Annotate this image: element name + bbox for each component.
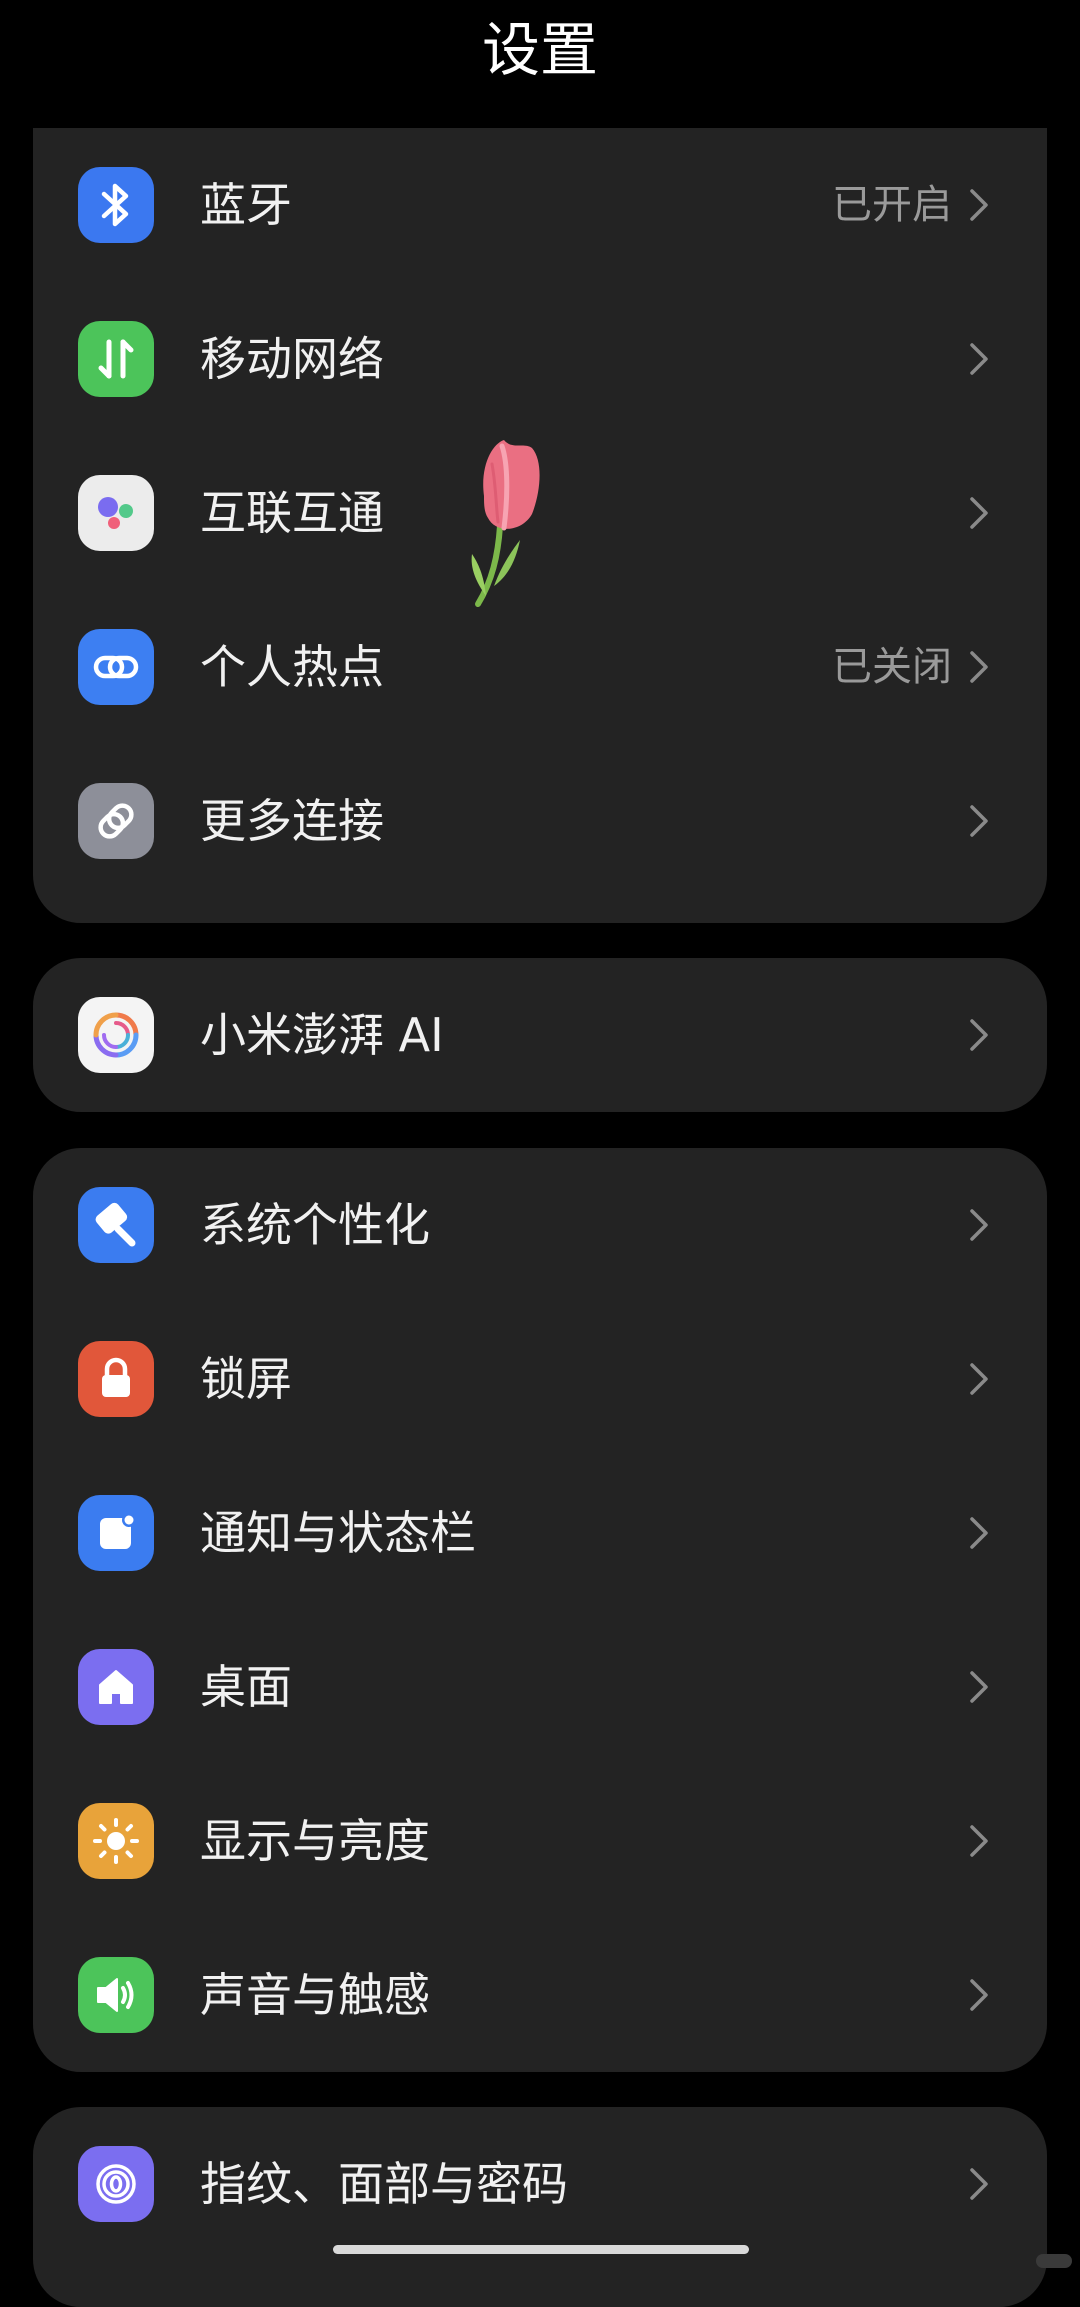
settings-row-label: 通知与状态栏 xyxy=(200,1506,476,1560)
personalization-icon xyxy=(78,1187,154,1263)
settings-row-hotspot[interactable]: 个人热点 已关闭 xyxy=(33,590,1047,744)
chevron-right-icon xyxy=(970,1363,988,1395)
home-icon xyxy=(78,1649,154,1725)
settings-group-ai: 小米澎湃 AI xyxy=(33,958,1047,1112)
settings-row-mobile-network[interactable]: 移动网络 xyxy=(33,282,1047,436)
settings-group-security: 指纹、面部与密码 xyxy=(33,2107,1047,2307)
brightness-sun-icon xyxy=(78,1803,154,1879)
chevron-right-icon xyxy=(970,2168,988,2200)
settings-row-label: 显示与亮度 xyxy=(200,1814,430,1868)
chevron-right-icon xyxy=(970,1019,988,1051)
chevron-right-icon xyxy=(970,1209,988,1241)
settings-row-label: 桌面 xyxy=(200,1660,292,1714)
settings-row-label: 移动网络 xyxy=(200,332,384,386)
chevron-right-icon xyxy=(970,805,988,837)
settings-row-notifications[interactable]: 通知与状态栏 xyxy=(33,1456,1047,1610)
settings-row-label: 系统个性化 xyxy=(200,1198,430,1252)
hyper-ai-icon xyxy=(78,997,154,1073)
interconnect-icon xyxy=(78,475,154,551)
settings-row-sound[interactable]: 声音与触感 xyxy=(33,1918,1047,2072)
settings-row-label: 声音与触感 xyxy=(200,1968,430,2022)
lock-icon xyxy=(78,1341,154,1417)
notification-icon xyxy=(78,1495,154,1571)
settings-row-home-screen[interactable]: 桌面 xyxy=(33,1610,1047,1764)
settings-row-fingerprint[interactable]: 指纹、面部与密码 xyxy=(33,2107,1047,2261)
settings-group-personalization: 系统个性化 锁屏 通知与状态栏 桌面 显示与亮度 声音与触感 xyxy=(33,1148,1047,2072)
settings-row-bluetooth[interactable]: 蓝牙 已开启 xyxy=(33,128,1047,282)
settings-row-label: 小米澎湃 AI xyxy=(200,1008,444,1062)
settings-row-label: 指纹、面部与密码 xyxy=(200,2157,568,2211)
settings-row-label: 蓝牙 xyxy=(200,178,292,232)
watermark-badge xyxy=(1036,2254,1072,2268)
chevron-right-icon xyxy=(970,189,988,221)
more-connections-icon xyxy=(78,783,154,859)
chevron-right-icon xyxy=(970,1979,988,2011)
hotspot-status: 已关闭 xyxy=(832,644,952,690)
settings-row-label: 互联互通 xyxy=(200,486,384,540)
settings-row-lockscreen[interactable]: 锁屏 xyxy=(33,1302,1047,1456)
mobile-data-icon xyxy=(78,321,154,397)
settings-row-label: 个人热点 xyxy=(200,640,384,694)
tulip-sticker-image xyxy=(471,440,540,607)
chevron-right-icon xyxy=(970,343,988,375)
chevron-right-icon xyxy=(970,1671,988,1703)
chevron-right-icon xyxy=(970,1517,988,1549)
settings-row-label: 更多连接 xyxy=(200,794,384,848)
settings-row-label: 锁屏 xyxy=(200,1352,292,1406)
settings-row-hyper-ai[interactable]: 小米澎湃 AI xyxy=(33,958,1047,1112)
speaker-icon xyxy=(78,1957,154,2033)
fingerprint-icon xyxy=(78,2146,154,2222)
settings-row-display[interactable]: 显示与亮度 xyxy=(33,1764,1047,1918)
bluetooth-status: 已开启 xyxy=(832,182,952,228)
page-title: 设置 xyxy=(481,16,598,84)
home-indicator-bar[interactable] xyxy=(333,2245,749,2254)
chevron-right-icon xyxy=(970,651,988,683)
settings-row-more-connections[interactable]: 更多连接 xyxy=(33,744,1047,898)
hotspot-link-icon xyxy=(78,629,154,705)
chevron-right-icon xyxy=(970,1825,988,1857)
bluetooth-icon xyxy=(78,167,154,243)
chevron-right-icon xyxy=(970,497,988,529)
settings-row-personalization[interactable]: 系统个性化 xyxy=(33,1148,1047,1302)
